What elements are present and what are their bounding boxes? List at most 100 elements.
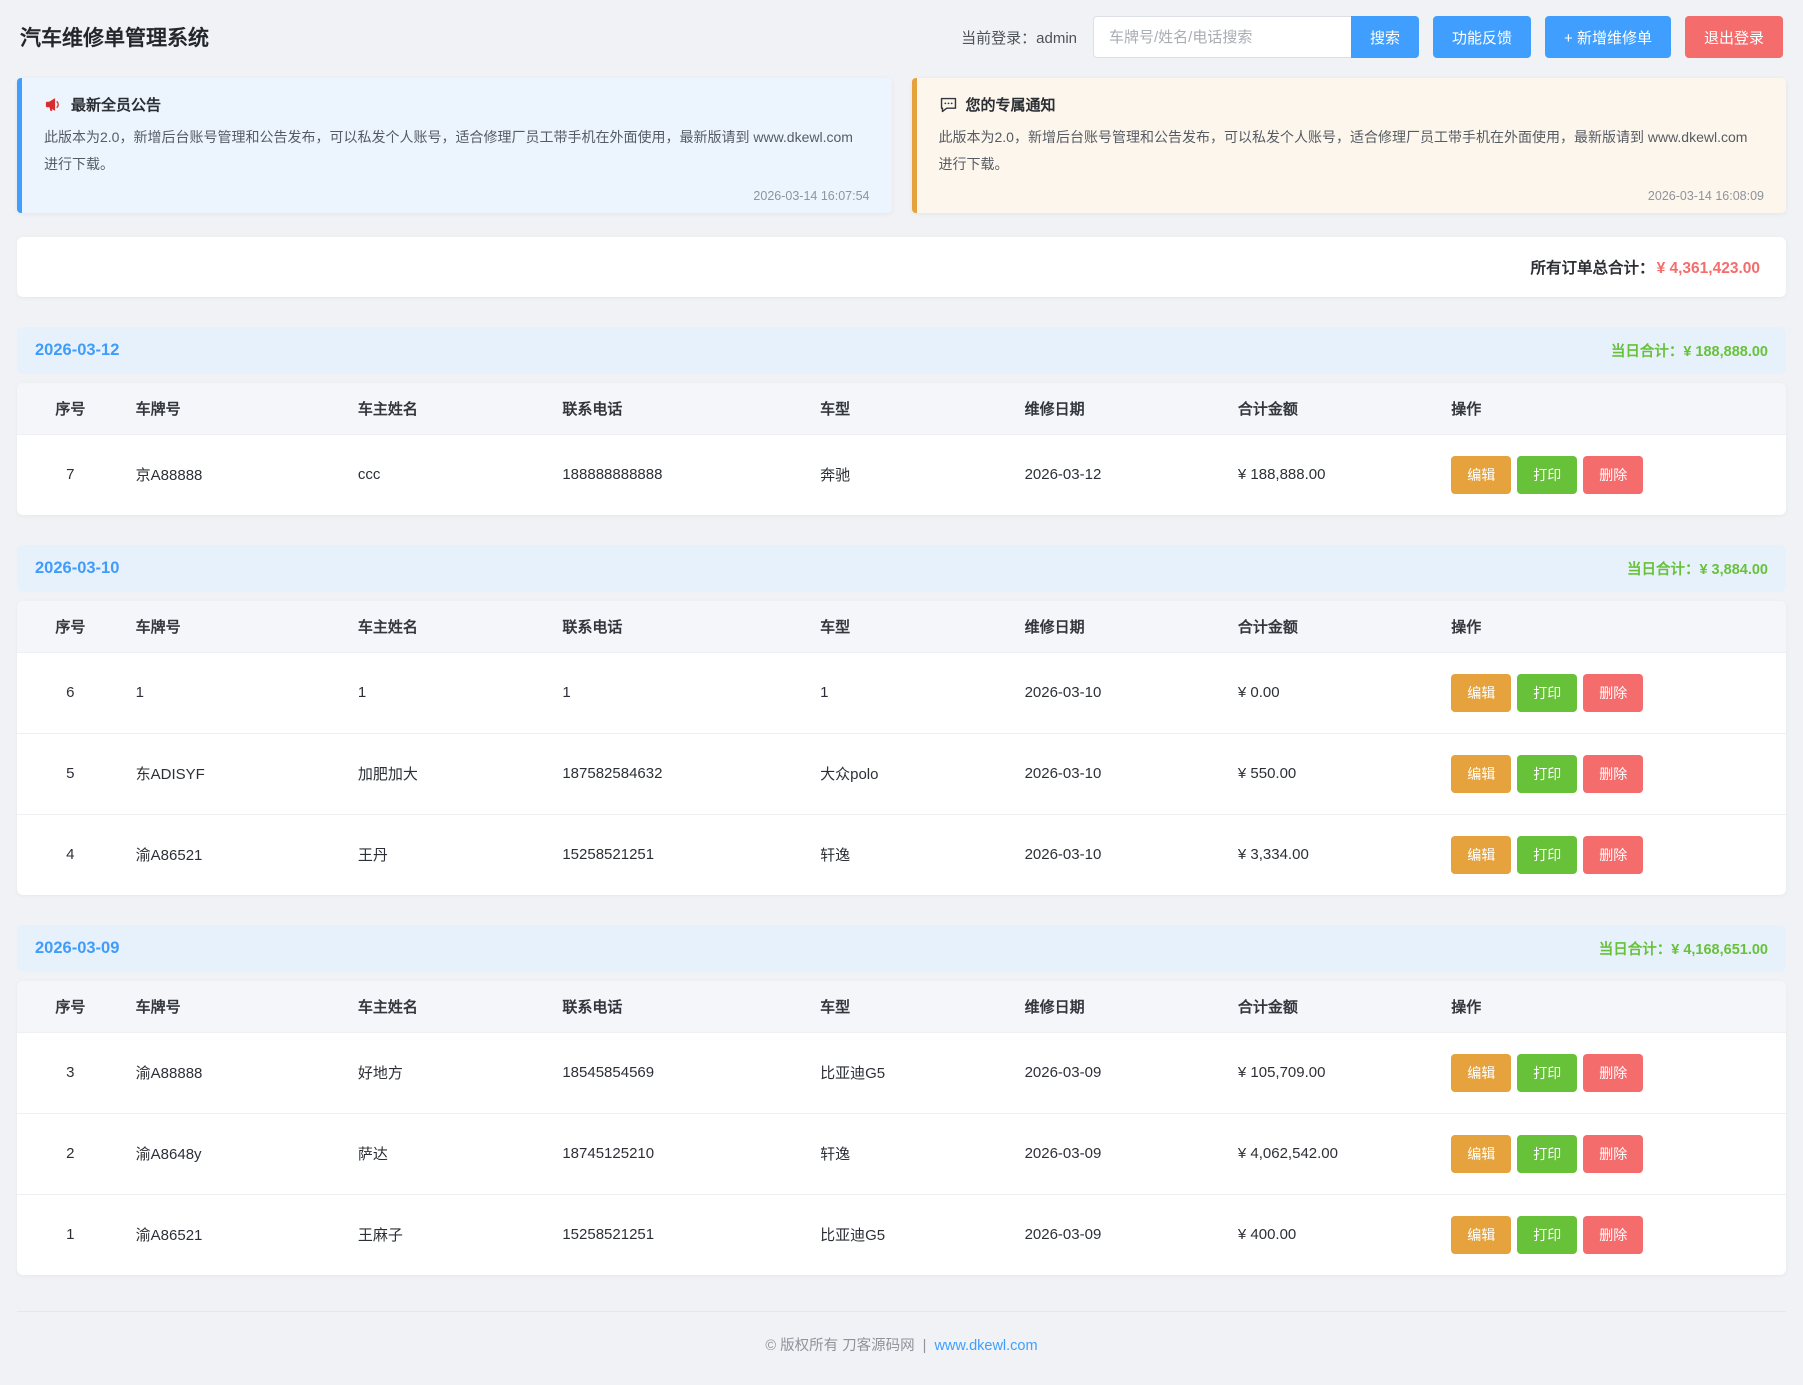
actions-group: 编辑打印删除 — [1451, 755, 1774, 793]
cell-amount: ¥ 550.00 — [1226, 733, 1439, 814]
grand-total-card: 所有订单总合计：¥ 4,361,423.00 — [17, 237, 1786, 297]
app-title: 汽车维修单管理系统 — [20, 22, 209, 52]
order-group: 2026-03-10当日合计：¥ 3,884.00 序号车牌号车主姓名联系电话车型… — [17, 545, 1786, 895]
add-repair-order-button[interactable]: + 新增维修单 — [1545, 16, 1671, 58]
cell-repair-date: 2026-03-09 — [1013, 1113, 1226, 1194]
cell-phone: 15258521251 — [550, 1194, 808, 1275]
announcement-card: 最新全员公告 此版本为2.0，新增后台账号管理和公告发布，可以私发个人账号，适合… — [17, 78, 892, 213]
table-header-row: 序号车牌号车主姓名联系电话车型维修日期合计金额操作 — [17, 601, 1786, 653]
cell-model: 比亚迪G5 — [808, 1194, 1012, 1275]
edit-button[interactable]: 编辑 — [1451, 1216, 1511, 1254]
grand-total-amount: ¥ 4,361,423.00 — [1657, 260, 1760, 277]
delete-button[interactable]: 删除 — [1583, 1135, 1643, 1173]
group-day-total: 当日合计：¥ 188,888.00 — [1611, 340, 1768, 361]
group-header: 2026-03-09当日合计：¥ 4,168,651.00 — [17, 925, 1786, 972]
personal-notice-timestamp: 2026-03-14 16:08:09 — [939, 189, 1765, 203]
cell-actions: 编辑打印删除 — [1439, 1113, 1786, 1194]
cell-amount: ¥ 4,062,542.00 — [1226, 1113, 1439, 1194]
actions-group: 编辑打印删除 — [1451, 1054, 1774, 1092]
column-header: 合计金额 — [1226, 601, 1439, 653]
delete-button[interactable]: 删除 — [1583, 674, 1643, 712]
group-date: 2026-03-12 — [35, 341, 119, 360]
cell-model: 奔驰 — [808, 434, 1012, 515]
cell-amount: ¥ 3,334.00 — [1226, 814, 1439, 895]
cell-amount: ¥ 105,709.00 — [1226, 1032, 1439, 1113]
cell-actions: 编辑打印删除 — [1439, 1194, 1786, 1275]
cell-serial: 2 — [17, 1113, 124, 1194]
print-button[interactable]: 打印 — [1517, 755, 1577, 793]
cell-repair-date: 2026-03-10 — [1013, 652, 1226, 733]
personal-notice-body: 此版本为2.0，新增后台账号管理和公告发布，可以私发个人账号，适合修理厂员工带手… — [939, 124, 1765, 179]
logout-button[interactable]: 退出登录 — [1685, 16, 1783, 58]
print-button[interactable]: 打印 — [1517, 1054, 1577, 1092]
column-header: 车牌号 — [124, 981, 346, 1033]
actions-group: 编辑打印删除 — [1451, 836, 1774, 874]
orders-table-card: 序号车牌号车主姓名联系电话车型维修日期合计金额操作611112026-03-10… — [17, 601, 1786, 895]
edit-button[interactable]: 编辑 — [1451, 1135, 1511, 1173]
column-header: 维修日期 — [1013, 981, 1226, 1033]
personal-notice-title: 您的专属通知 — [966, 94, 1056, 115]
column-header: 车主姓名 — [346, 601, 550, 653]
announcement-body: 此版本为2.0，新增后台账号管理和公告发布，可以私发个人账号，适合修理厂员工带手… — [44, 124, 870, 179]
header-controls: 当前登录：admin 搜索 功能反馈 + 新增维修单 退出登录 — [961, 16, 1783, 58]
cell-plate: 1 — [124, 652, 346, 733]
page-footer: © 版权所有 刀客源码网|www.dkewl.com — [17, 1311, 1786, 1385]
delete-button[interactable]: 删除 — [1583, 836, 1643, 874]
group-date: 2026-03-09 — [35, 939, 119, 958]
search-button[interactable]: 搜索 — [1351, 16, 1419, 58]
column-header: 车型 — [808, 383, 1012, 435]
print-button[interactable]: 打印 — [1517, 674, 1577, 712]
print-button[interactable]: 打印 — [1517, 1135, 1577, 1173]
cell-model: 1 — [808, 652, 1012, 733]
column-header: 维修日期 — [1013, 383, 1226, 435]
cell-serial: 3 — [17, 1032, 124, 1113]
personal-notice-card: 您的专属通知 此版本为2.0，新增后台账号管理和公告发布，可以私发个人账号，适合… — [912, 78, 1787, 213]
print-button[interactable]: 打印 — [1517, 836, 1577, 874]
edit-button[interactable]: 编辑 — [1451, 674, 1511, 712]
cell-amount: ¥ 0.00 — [1226, 652, 1439, 733]
edit-button[interactable]: 编辑 — [1451, 1054, 1511, 1092]
delete-button[interactable]: 删除 — [1583, 1216, 1643, 1254]
edit-button[interactable]: 编辑 — [1451, 456, 1511, 494]
table-row: 611112026-03-10¥ 0.00编辑打印删除 — [17, 652, 1786, 733]
delete-button[interactable]: 删除 — [1583, 456, 1643, 494]
copyright-text: © 版权所有 刀客源码网 — [765, 1338, 914, 1354]
column-header: 序号 — [17, 981, 124, 1033]
print-button[interactable]: 打印 — [1517, 1216, 1577, 1254]
grand-total-label: 所有订单总合计： — [1531, 260, 1655, 277]
feedback-button[interactable]: 功能反馈 — [1433, 16, 1531, 58]
column-header: 联系电话 — [550, 981, 808, 1033]
cell-phone: 187582584632 — [550, 733, 808, 814]
print-button[interactable]: 打印 — [1517, 456, 1577, 494]
cell-serial: 1 — [17, 1194, 124, 1275]
cell-owner: 王丹 — [346, 814, 550, 895]
cell-plate: 渝A88888 — [124, 1032, 346, 1113]
cell-phone: 1 — [550, 652, 808, 733]
edit-button[interactable]: 编辑 — [1451, 836, 1511, 874]
cell-amount: ¥ 188,888.00 — [1226, 434, 1439, 515]
cell-repair-date: 2026-03-12 — [1013, 434, 1226, 515]
cell-phone: 18545854569 — [550, 1032, 808, 1113]
table-header-row: 序号车牌号车主姓名联系电话车型维修日期合计金额操作 — [17, 383, 1786, 435]
column-header: 联系电话 — [550, 383, 808, 435]
edit-button[interactable]: 编辑 — [1451, 755, 1511, 793]
search-input[interactable] — [1093, 16, 1351, 58]
cell-plate: 渝A86521 — [124, 1194, 346, 1275]
column-header: 操作 — [1439, 981, 1786, 1033]
delete-button[interactable]: 删除 — [1583, 1054, 1643, 1092]
speech-bubble-icon — [939, 95, 958, 114]
cell-serial: 7 — [17, 434, 124, 515]
personal-notice-title-row: 您的专属通知 — [939, 94, 1765, 115]
table-row: 4渝A86521王丹15258521251轩逸2026-03-10¥ 3,334… — [17, 814, 1786, 895]
orders-table-card: 序号车牌号车主姓名联系电话车型维修日期合计金额操作3渝A88888好地方1854… — [17, 981, 1786, 1275]
group-header: 2026-03-10当日合计：¥ 3,884.00 — [17, 545, 1786, 592]
delete-button[interactable]: 删除 — [1583, 755, 1643, 793]
footer-link[interactable]: www.dkewl.com — [934, 1338, 1037, 1354]
cell-owner: 王麻子 — [346, 1194, 550, 1275]
order-groups: 2026-03-12当日合计：¥ 188,888.00序号车牌号车主姓名联系电话… — [0, 327, 1803, 1275]
cell-model: 比亚迪G5 — [808, 1032, 1012, 1113]
actions-group: 编辑打印删除 — [1451, 1216, 1774, 1254]
column-header: 车主姓名 — [346, 981, 550, 1033]
column-header: 车牌号 — [124, 601, 346, 653]
cell-owner: 加肥加大 — [346, 733, 550, 814]
